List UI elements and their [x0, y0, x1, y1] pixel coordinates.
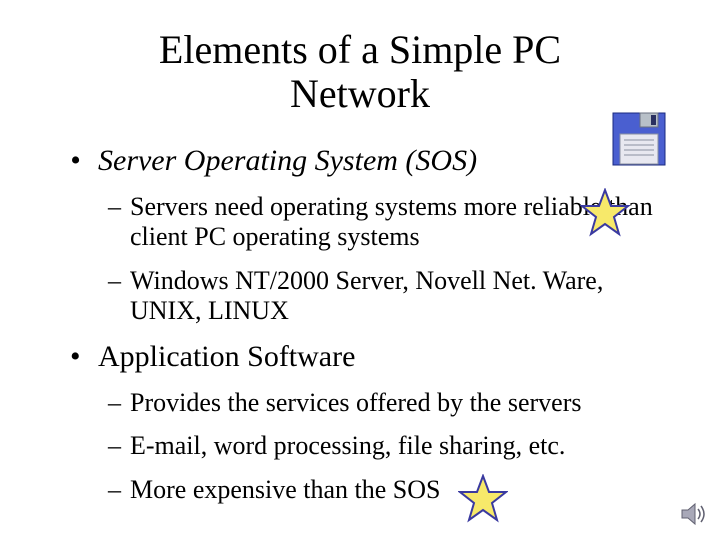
star-icon: [580, 188, 630, 238]
bullet-sos: Server Operating System (SOS): [70, 144, 680, 178]
title-line-2: Network: [290, 71, 430, 116]
bullet-appsw-cost: More expensive than the SOS: [108, 475, 680, 505]
star-icon: [458, 474, 508, 524]
slide: Elements of a Simple PC Network Server O…: [0, 0, 720, 540]
title-line-1: Elements of a Simple PC: [159, 27, 561, 72]
bullet-sos-examples: Windows NT/2000 Server, Novell Net. Ware…: [108, 266, 680, 326]
speaker-icon: [680, 500, 708, 528]
bullet-appsw-services: Provides the services offered by the ser…: [108, 388, 680, 418]
bullet-appsw-examples: E-mail, word processing, file sharing, e…: [108, 431, 680, 461]
slide-title: Elements of a Simple PC Network: [0, 28, 720, 116]
bullet-appsw: Application Software: [70, 340, 680, 374]
